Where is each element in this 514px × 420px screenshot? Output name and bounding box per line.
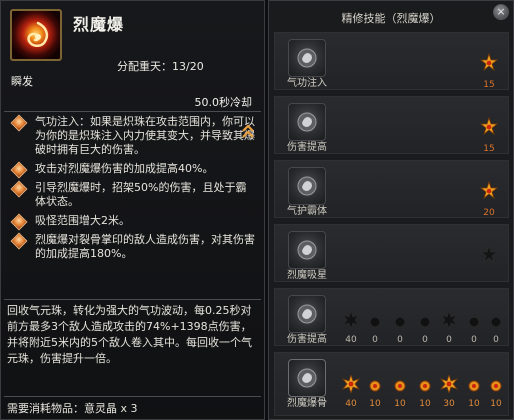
- divider: [4, 299, 261, 300]
- dot-locked-icon[interactable]: [393, 315, 407, 329]
- mastery-row: 伤害提高 40 0 0 0 0 0 0: [274, 288, 509, 346]
- step-value: 0: [397, 335, 403, 345]
- step-value: 0: [471, 335, 477, 345]
- step-value: 0: [372, 335, 378, 345]
- effect-text: 攻击对烈魔爆伤害的加成提高40%。: [35, 162, 214, 175]
- dot-locked-icon[interactable]: [368, 315, 382, 329]
- fist-icon: [297, 48, 317, 68]
- effect-text: 吸怪范围增大2米。: [35, 214, 130, 227]
- divider: [4, 111, 261, 112]
- skill-title: 烈魔爆: [73, 15, 125, 34]
- diamond-bullet-icon: [10, 161, 28, 179]
- step-value: 0: [493, 335, 499, 345]
- cooldown: 50.0秒冷却: [194, 96, 253, 109]
- mastery-row: 气护霸体 20: [274, 160, 509, 218]
- dot-locked-icon[interactable]: [467, 315, 481, 329]
- double-chevron-up-icon: [242, 124, 254, 138]
- starburst-active-icon[interactable]: [342, 375, 360, 393]
- dot-active-icon[interactable]: [418, 379, 432, 393]
- fist-icon: [297, 176, 317, 196]
- mastery-row: 气功注入 15: [274, 32, 509, 90]
- effect-item: 气功注入：如果是炽珠在攻击范围内，你可以为你的是炽珠注入内力使其变大，并导致其爆…: [5, 114, 255, 157]
- mastery-panel: 精修技能（烈魔爆） × 气功注入 15 伤害提高 15 气护霸体 20 烈魔吸星…: [268, 0, 514, 420]
- dot-active-icon[interactable]: [393, 379, 407, 393]
- mastery-row: 烈魔爆骨 40 10 10 10 30 10 10: [274, 352, 509, 416]
- diamond-bullet-icon: [10, 114, 28, 132]
- starburst-locked-icon[interactable]: [440, 311, 458, 329]
- node-label: 烈魔吸星: [287, 270, 327, 281]
- dot-active-icon[interactable]: [467, 379, 481, 393]
- fist-icon: [297, 112, 317, 132]
- effects-list: 气功注入：如果是炽珠在攻击范围内，你可以为你的是炽珠注入内力使其变大，并导致其爆…: [5, 114, 255, 266]
- mastery-node[interactable]: [288, 103, 326, 141]
- skill-tooltip: 烈魔爆 分配重天：13/20 瞬发 50.0秒冷却 气功注入：如果是炽珠在攻击范…: [0, 0, 265, 420]
- step-value: 10: [394, 399, 406, 409]
- effect-item: 攻击对烈魔爆伤害的加成提高40%。: [5, 161, 255, 179]
- effect-item: 吸怪范围增大2米。: [5, 213, 255, 231]
- mastery-node[interactable]: [288, 295, 326, 333]
- node-label: 伤害提高: [287, 142, 327, 153]
- points-allocated: 分配重天：13/20: [117, 60, 204, 73]
- starburst-locked-icon[interactable]: [342, 311, 360, 329]
- node-label: 气护霸体: [287, 206, 327, 217]
- dot-locked-icon[interactable]: [489, 315, 503, 329]
- divider: [4, 396, 261, 397]
- node-label: 烈魔爆骨: [287, 398, 327, 409]
- diamond-bullet-icon: [10, 180, 28, 198]
- step-value: 0: [422, 335, 428, 345]
- step-value: 30: [443, 399, 455, 409]
- step-value: 40: [345, 399, 357, 409]
- skill-description: 回收气元珠，转化为强大的气功波动，每0.25秒对前方最多3个敌人造成攻击的74%…: [7, 304, 252, 365]
- required-points: 20: [483, 208, 495, 218]
- fist-icon: [297, 368, 317, 388]
- step-value: 10: [490, 399, 502, 409]
- dot-active-icon[interactable]: [368, 379, 382, 393]
- required-points: 15: [483, 80, 495, 90]
- effect-text: 引导烈魔爆时，招架50%的伤害，且处于霸体状态。: [35, 181, 247, 208]
- close-button[interactable]: ×: [493, 4, 509, 20]
- effect-item: 引导烈魔爆时，招架50%的伤害，且处于霸体状态。: [5, 180, 255, 209]
- effect-text: 气功注入：如果是炽珠在攻击范围内，你可以为你的是炽珠注入内力使其变大，并导致其爆…: [35, 115, 255, 156]
- node-label: 伤害提高: [287, 334, 327, 345]
- star-icon: [480, 117, 498, 135]
- dot-active-icon[interactable]: [489, 379, 503, 393]
- step-value: 10: [468, 399, 480, 409]
- starburst-active-icon[interactable]: [440, 375, 458, 393]
- skill-fire-icon: [10, 9, 62, 61]
- star-icon: [480, 181, 498, 199]
- diamond-bullet-icon: [10, 213, 28, 231]
- step-value: 0: [446, 335, 452, 345]
- mastery-node[interactable]: [288, 231, 326, 269]
- star-icon: [480, 53, 498, 71]
- node-label: 气功注入: [287, 78, 327, 89]
- mastery-node[interactable]: [288, 167, 326, 205]
- effect-item: 烈魔爆对裂骨掌印的敌人造成伤害，对其伤害的加成提高180%。: [5, 232, 255, 261]
- step-value: 40: [345, 335, 357, 345]
- mastery-row: 烈魔吸星: [274, 224, 509, 282]
- diamond-bullet-icon: [10, 232, 28, 250]
- fist-icon: [297, 240, 317, 260]
- star-locked-icon: [480, 245, 498, 263]
- mastery-node[interactable]: [288, 39, 326, 77]
- step-value: 10: [369, 399, 381, 409]
- effect-text: 烈魔爆对裂骨掌印的敌人造成伤害，对其伤害的加成提高180%。: [35, 233, 255, 260]
- skill-type: 瞬发: [11, 75, 33, 88]
- consume-items: 需要消耗物品：意灵晶 x 3: [7, 402, 138, 415]
- mastery-row: 伤害提高 15: [274, 96, 509, 154]
- dot-locked-icon[interactable]: [418, 315, 432, 329]
- required-points: 15: [483, 144, 495, 154]
- fist-icon: [297, 304, 317, 324]
- step-value: 10: [419, 399, 431, 409]
- mastery-title: 精修技能（烈魔爆）: [341, 12, 441, 25]
- mastery-node[interactable]: [288, 359, 326, 397]
